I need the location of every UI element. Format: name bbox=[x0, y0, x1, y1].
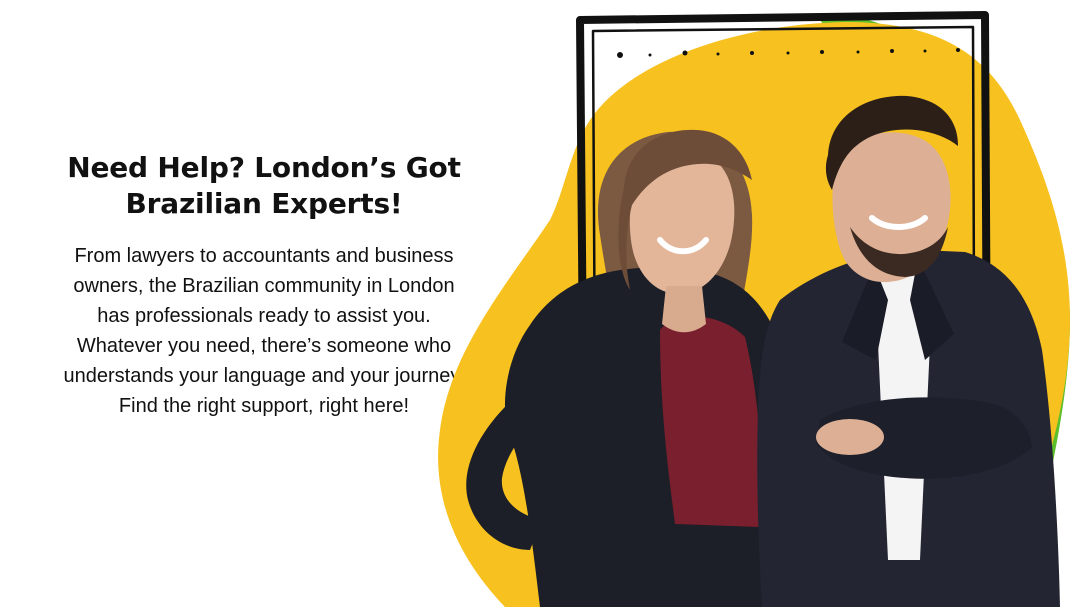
man-hand bbox=[816, 419, 884, 455]
hero-headline: Need Help? London’s Got Brazilian Expert… bbox=[67, 151, 461, 221]
professionals-illustration bbox=[438, 11, 1070, 607]
hero-body-copy: From lawyers to accountants and business… bbox=[63, 244, 465, 417]
woman-blouse bbox=[660, 316, 762, 527]
hero-section: Need Help? London’s Got Brazilian Expert… bbox=[0, 0, 1080, 607]
woman-neck bbox=[662, 286, 706, 333]
hero-text-block: Need Help? London’s Got Brazilian Expert… bbox=[48, 150, 480, 421]
hero-visual bbox=[420, 0, 1080, 607]
